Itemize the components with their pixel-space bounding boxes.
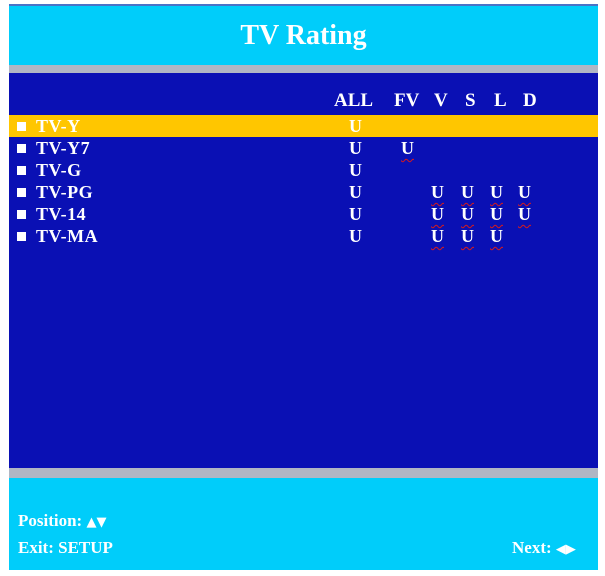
cell-d[interactable]: U [518, 181, 531, 203]
cell-fv[interactable]: U [401, 137, 414, 159]
position-hint: Position: ▲▼ [18, 511, 106, 533]
rating-label: TV-Y7 [36, 138, 91, 158]
up-down-arrows-icon: ▲▼ [86, 515, 107, 530]
rating-label: TV-Y [36, 116, 81, 136]
rating-row-tv-g[interactable]: TV-G U [9, 159, 598, 181]
rating-table: ALL FV V S L D TV-Y U TV-Y7 U U TV-G U T… [9, 73, 598, 468]
exit-hint: Exit: SETUP [18, 538, 113, 557]
bullet-icon [17, 210, 26, 219]
cell-v[interactable]: U [431, 203, 444, 225]
rating-row-tv-y[interactable]: TV-Y U [9, 115, 598, 137]
cell-all[interactable]: U [349, 181, 362, 203]
rating-label: TV-MA [36, 226, 99, 246]
cell-all[interactable]: U [349, 225, 362, 247]
next-label: Next: [512, 538, 552, 557]
cell-s[interactable]: U [461, 203, 474, 225]
column-header-s: S [465, 90, 476, 111]
cell-s[interactable]: U [461, 225, 474, 247]
bottom-divider [9, 468, 598, 478]
column-header-fv: FV [394, 90, 420, 111]
bullet-icon [17, 144, 26, 153]
cell-d[interactable]: U [518, 203, 531, 225]
cell-all[interactable]: U [349, 137, 362, 159]
next-hint: Next: ◀▶ [512, 538, 576, 560]
rating-row-tv-14[interactable]: TV-14 U U U U U [9, 203, 598, 225]
position-label: Position: [18, 511, 83, 530]
column-header-d: D [523, 90, 537, 111]
top-divider [9, 65, 598, 73]
rating-label: TV-PG [36, 182, 94, 202]
rating-label: TV-14 [36, 204, 87, 224]
cell-s[interactable]: U [461, 181, 474, 203]
cell-all[interactable]: U [349, 203, 362, 225]
left-right-arrows-icon: ◀▶ [555, 542, 576, 557]
cell-l[interactable]: U [490, 203, 503, 225]
column-header-all: ALL [334, 90, 374, 111]
cell-all[interactable]: U [349, 159, 362, 181]
bullet-icon [17, 166, 26, 175]
page-title: TV Rating [240, 20, 367, 51]
rating-row-tv-y7[interactable]: TV-Y7 U U [9, 137, 598, 159]
cell-l[interactable]: U [490, 225, 503, 247]
cell-v[interactable]: U [431, 181, 444, 203]
bullet-icon [17, 232, 26, 241]
cell-all[interactable]: U [349, 115, 362, 137]
bullet-icon [17, 122, 26, 131]
column-header-l: L [494, 90, 507, 111]
rating-label: TV-G [36, 160, 82, 180]
title-bar: TV Rating [9, 6, 598, 65]
column-header-v: V [434, 90, 448, 111]
bullet-icon [17, 188, 26, 197]
tv-rating-dialog: TV Rating ALL FV V S L D TV-Y U TV-Y7 U … [9, 4, 598, 570]
cell-v[interactable]: U [431, 225, 444, 247]
cell-l[interactable]: U [490, 181, 503, 203]
rating-row-tv-ma[interactable]: TV-MA U U U U [9, 225, 598, 247]
footer-bar: Position: ▲▼ Exit: SETUP Next: ◀▶ [9, 478, 598, 570]
rating-row-tv-pg[interactable]: TV-PG U U U U U [9, 181, 598, 203]
